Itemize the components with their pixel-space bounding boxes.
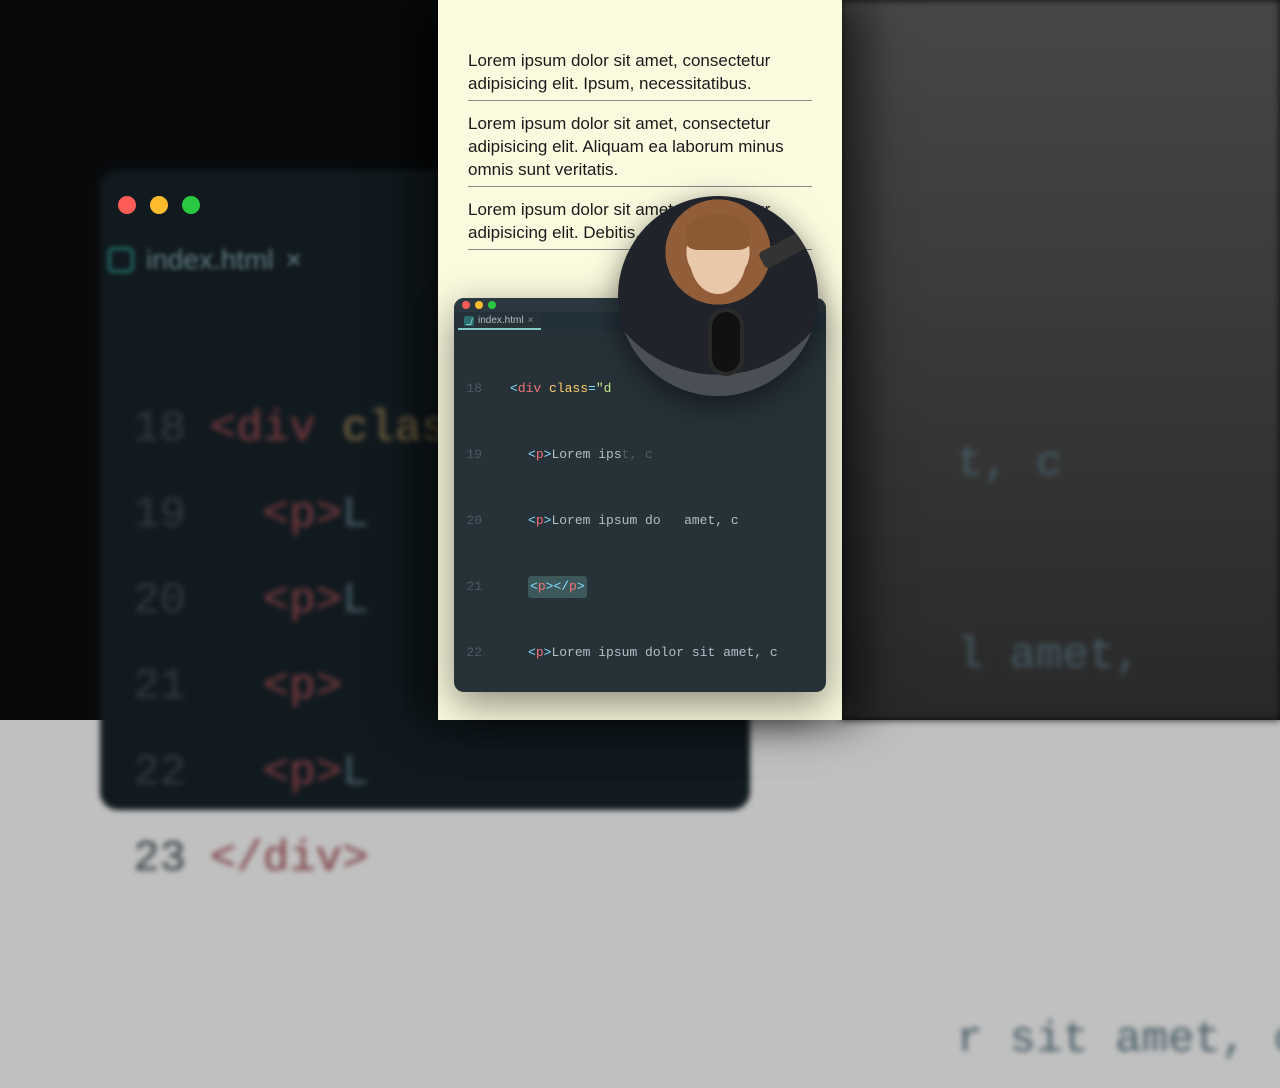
microphone-icon <box>712 312 740 372</box>
html-code-pane[interactable]: 18<div class="d 19<p>Lorem ipst, c 20<p>… <box>454 330 826 692</box>
backdrop-traffic-lights <box>118 196 200 214</box>
window-close-button[interactable] <box>462 301 470 309</box>
tab-label: index.html <box>478 315 524 326</box>
close-icon[interactable]: × <box>528 315 534 326</box>
html-file-icon <box>108 247 134 273</box>
window-zoom-button[interactable] <box>488 301 496 309</box>
mic-arm <box>758 221 818 270</box>
window-minimize-button[interactable] <box>475 301 483 309</box>
backdrop-right-code: t, c l amet, r sit amet, c <box>904 320 1280 1088</box>
backdrop-tab-filename: index.html <box>146 244 274 276</box>
preview-paragraph: Lorem ipsum dolor sit amet, consectetur … <box>468 50 812 101</box>
tab-index-html[interactable]: index.html × <box>458 313 541 330</box>
backdrop-tab: index.html × <box>108 244 302 276</box>
html-file-icon <box>464 316 474 326</box>
preview-paragraph: Lorem ipsum dolor sit amet, consectetur … <box>468 113 812 187</box>
presenter-webcam <box>618 196 818 396</box>
highlighted-empty-p: <p></p> <box>528 576 587 598</box>
close-icon: × <box>286 244 302 276</box>
